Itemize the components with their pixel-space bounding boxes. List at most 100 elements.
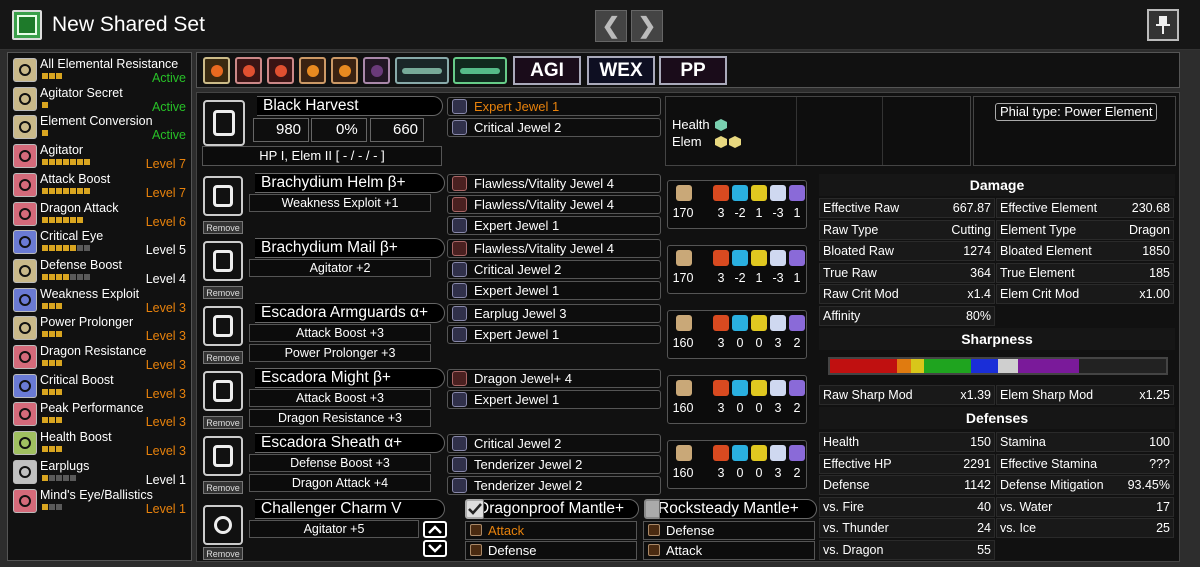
jewel-slot[interactable]: Dragon Jewel+ 4 (447, 369, 661, 388)
prev-set-button[interactable]: ❮ (595, 10, 627, 42)
skill-level-pips (42, 302, 62, 309)
remove-button[interactable]: Remove (203, 481, 243, 494)
armor-skill: Weakness Exploit +1 (249, 194, 431, 212)
stat-cell: Effective Stamina??? (996, 453, 1174, 474)
jewel-slot[interactable]: Tenderizer Jewel 2 (447, 455, 661, 474)
jewel-slot[interactable]: Earplug Jewel 3 (447, 304, 661, 323)
mantle-name[interactable]: Rocksteady Mantle+ (659, 499, 817, 519)
charm-icon[interactable] (203, 505, 243, 545)
skill-row[interactable]: Earplugs Level 1 (10, 458, 190, 487)
attack-stat: 980 (253, 118, 309, 142)
skill-row[interactable]: Dragon Attack Level 6 (10, 200, 190, 229)
stat-cell: Bloated Element 1850 (996, 241, 1174, 261)
skill-row[interactable]: Dragon Resistance Level 3 (10, 343, 190, 372)
skill-row[interactable]: Peak Performance Level 3 (10, 400, 190, 429)
armor-piece-icon[interactable] (203, 306, 243, 346)
weapon-jewel-slot[interactable]: Expert Jewel 1 (447, 97, 661, 116)
tag-wex[interactable]: WEX (587, 56, 655, 85)
stat-cell: Health 150 (819, 432, 995, 452)
weapon-silhouette-icon[interactable] (395, 57, 449, 84)
skill-row[interactable]: Weakness Exploit Level 3 (10, 286, 190, 315)
armor-name[interactable]: Escadora Armguards α+ (255, 303, 445, 323)
mantle-name-text: Dragonproof Mantle+ (483, 500, 625, 517)
remove-button[interactable]: Remove (203, 221, 243, 234)
set-title[interactable]: New Shared Set (52, 13, 205, 37)
monster-icon[interactable] (299, 57, 326, 84)
skill-name: Agitator (40, 143, 84, 158)
armor-piece-icon[interactable] (203, 436, 243, 476)
defenses-header: Defenses (819, 407, 1175, 429)
remove-button[interactable]: Remove (203, 286, 243, 299)
weapon-silhouette-icon[interactable] (453, 57, 507, 84)
jewel-slot[interactable]: Critical Jewel 2 (447, 260, 661, 279)
jewel-slot[interactable]: Expert Jewel 1 (447, 216, 661, 235)
skill-row[interactable]: Mind's Eye/Ballistics Level 1 (10, 487, 190, 516)
great-sword-icon[interactable] (203, 100, 245, 146)
skill-row[interactable]: Attack Boost Level 7 (10, 171, 190, 200)
tag-pp[interactable]: PP (659, 56, 727, 85)
skill-row[interactable]: Critical Boost Level 3 (10, 372, 190, 401)
resistance-value: 3 (717, 466, 725, 480)
skill-name: Dragon Resistance (40, 344, 147, 358)
skill-name: Attack Boost (40, 171, 111, 186)
monster-icon[interactable] (235, 57, 262, 84)
jewel-slot[interactable]: Expert Jewel 1 (447, 325, 661, 344)
skill-level-pips (42, 446, 62, 453)
armor-name[interactable]: Escadora Might β+ (255, 368, 445, 388)
remove-button[interactable]: Remove (203, 416, 243, 429)
tag-agi[interactable]: AGI (513, 56, 581, 85)
stat-value: 55 (977, 542, 991, 557)
skill-row[interactable]: Power Prolonger Level 3 (10, 314, 190, 343)
weapon-name[interactable]: Black Harvest (257, 96, 443, 116)
jewel-slot[interactable]: Expert Jewel 1 (447, 281, 661, 300)
stat-label: vs. Fire (823, 499, 864, 514)
armor-piece-icon[interactable] (203, 241, 243, 281)
skill-name: Defense Boost (40, 257, 122, 272)
stat-cell: Effective HP 2291 (819, 453, 995, 474)
stat-value: 1850 (1142, 244, 1170, 258)
monster-icon[interactable] (267, 57, 294, 84)
pin-button[interactable] (1147, 9, 1179, 41)
armor-name[interactable]: Brachydium Helm β+ (255, 173, 445, 193)
charm-up-button[interactable] (423, 521, 447, 538)
armor-piece-icon[interactable] (203, 371, 243, 411)
mantle-name[interactable]: Dragonproof Mantle+ (483, 499, 639, 519)
monster-icon[interactable] (331, 57, 358, 84)
stat-value: 17 (1156, 499, 1170, 514)
defense-icon (676, 380, 692, 396)
skill-row[interactable]: Element Conversion Active (10, 113, 190, 142)
armor-piece-icon[interactable] (203, 176, 243, 216)
resistance-value: 0 (736, 466, 744, 480)
jewel-slot[interactable]: Flawless/Vitality Jewel 4 (447, 174, 661, 193)
stat-value: 24 (977, 521, 991, 535)
skill-row[interactable]: Agitator Secret Active (10, 85, 190, 114)
edit-icon[interactable] (12, 10, 42, 40)
skill-level-pips (42, 474, 76, 481)
armor-name[interactable]: Brachydium Mail β+ (255, 238, 445, 258)
remove-button[interactable]: Remove (203, 547, 243, 560)
mantle-effect-label: Defense (488, 543, 537, 558)
charm-down-button[interactable] (423, 540, 447, 557)
jewel-slot[interactable]: Tenderizer Jewel 2 (447, 476, 661, 495)
skill-row[interactable]: Defense Boost Level 4 (10, 257, 190, 286)
skill-row[interactable]: Agitator Level 7 (10, 142, 190, 171)
jewel-slot[interactable]: Flawless/Vitality Jewel 4 (447, 239, 661, 258)
jewel-slot[interactable]: Flawless/Vitality Jewel 4 (447, 195, 661, 214)
armor-skill: Dragon Resistance +3 (249, 409, 431, 427)
stat-value: 667.87 (952, 201, 991, 215)
monster-icon[interactable] (363, 57, 390, 84)
skill-row[interactable]: Critical Eye Level 5 (10, 228, 190, 257)
jewel-slot[interactable]: Critical Jewel 2 (447, 434, 661, 453)
next-set-button[interactable]: ❯ (631, 10, 663, 42)
remove-button[interactable]: Remove (203, 351, 243, 364)
mantle-checkbox[interactable] (465, 499, 485, 519)
thunder-icon (751, 315, 767, 331)
charm-name[interactable]: Challenger Charm V (255, 499, 445, 519)
skill-row[interactable]: Health Boost Level 3 (10, 429, 190, 458)
weapon-jewel-slot[interactable]: Critical Jewel 2 (447, 118, 661, 137)
weapon-skill-icon[interactable] (203, 57, 230, 84)
skill-row[interactable]: All Elemental Resistance Active (10, 56, 190, 85)
armor-name[interactable]: Escadora Sheath α+ (255, 433, 445, 453)
jewel-slot[interactable]: Expert Jewel 1 (447, 390, 661, 409)
checkmark-icon (468, 503, 482, 515)
